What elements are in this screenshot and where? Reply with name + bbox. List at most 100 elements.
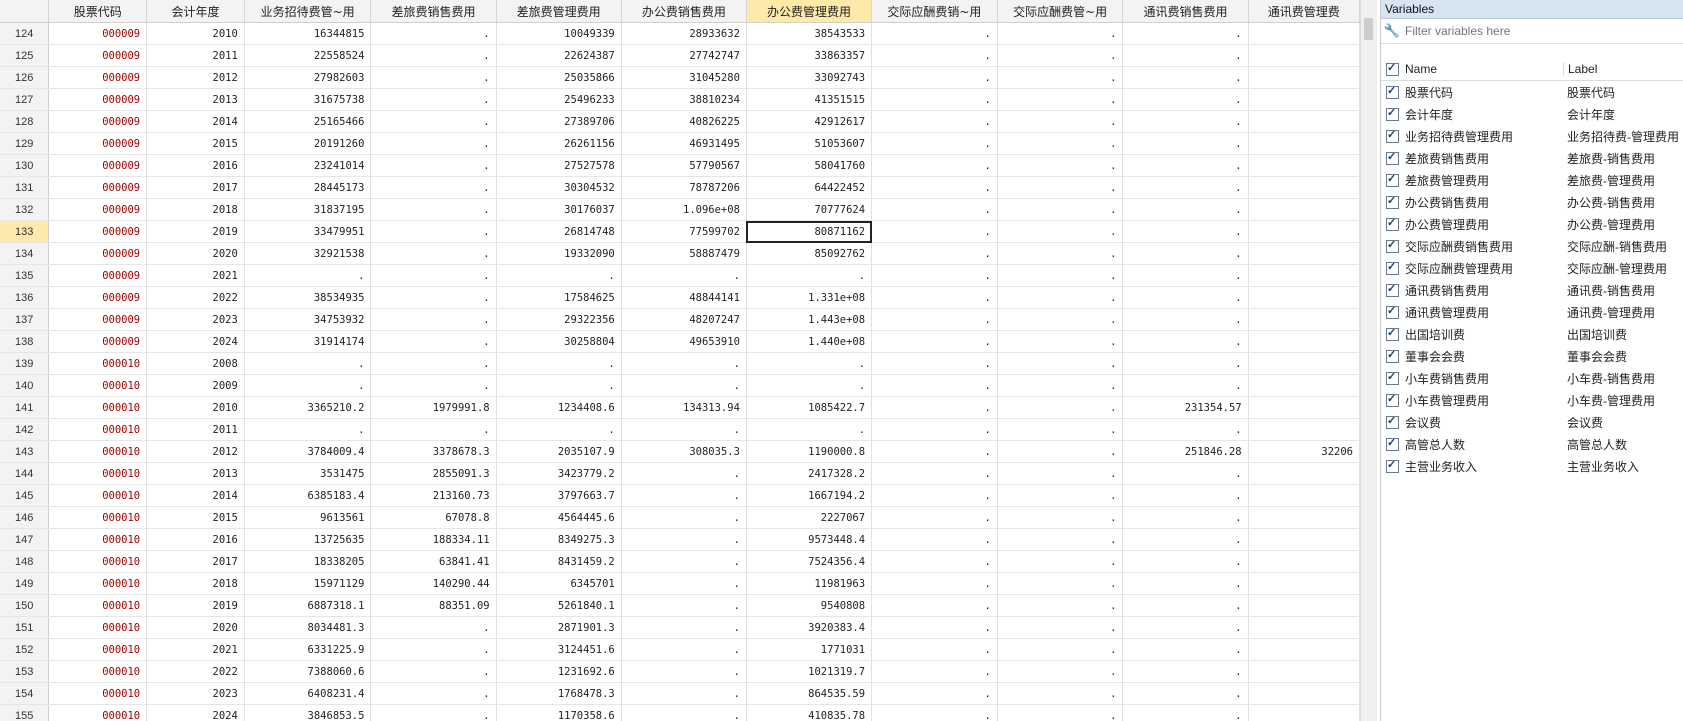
table-cell[interactable]: 30258804 xyxy=(496,330,622,353)
table-cell[interactable]: 48844141 xyxy=(621,286,747,309)
table-cell[interactable]: . xyxy=(871,154,998,177)
table-cell[interactable]: 3423779.2 xyxy=(496,462,622,485)
table-cell[interactable]: 2012 xyxy=(146,440,245,463)
table-cell[interactable]: 26814748 xyxy=(496,220,622,243)
table-cell[interactable]: . xyxy=(997,462,1124,485)
table-cell[interactable] xyxy=(1248,330,1360,353)
table-row[interactable]: 131 000009 2017 28445173. 30304532 78787206 64… xyxy=(0,176,1360,199)
table-cell[interactable]: 2012 xyxy=(146,66,245,89)
table-cell[interactable]: 42912617 xyxy=(746,110,873,133)
table-row[interactable]: 128 000009 2014 25165466. 27389706 40826225 42… xyxy=(0,110,1360,133)
table-cell[interactable]: 16344815 xyxy=(244,22,372,45)
table-cell[interactable]: . xyxy=(997,660,1124,683)
variable-list-item[interactable]: 会议费 会议费 xyxy=(1381,411,1683,433)
row-number[interactable]: 155 xyxy=(0,704,50,721)
column-header[interactable]: 交际应酬费管~用 xyxy=(997,0,1124,23)
table-cell[interactable]: . xyxy=(1122,176,1249,199)
table-row[interactable]: 140 000010 2009........ xyxy=(0,374,1360,397)
table-cell[interactable]: . xyxy=(370,704,497,721)
table-cell[interactable]: . xyxy=(746,352,873,375)
table-cell[interactable]: 46931495 xyxy=(621,132,747,155)
table-cell[interactable]: . xyxy=(1122,154,1249,177)
table-cell[interactable] xyxy=(1248,484,1360,507)
checkbox-checked-icon[interactable] xyxy=(1386,238,1399,253)
row-number[interactable]: 136 xyxy=(0,286,50,309)
table-cell[interactable]: 2022 xyxy=(146,660,245,683)
table-cell[interactable]: . xyxy=(997,198,1124,221)
table-cell[interactable]: 000010 xyxy=(48,682,148,705)
variable-list-item[interactable]: 通讯费销售费用 通讯费-销售费用 xyxy=(1381,279,1683,301)
table-cell[interactable]: . xyxy=(621,418,747,441)
table-cell[interactable]: . xyxy=(871,440,998,463)
table-cell[interactable]: 000010 xyxy=(48,660,148,683)
table-cell[interactable]: . xyxy=(997,154,1124,177)
table-cell[interactable]: 000010 xyxy=(48,440,148,463)
table-cell[interactable]: 2008 xyxy=(146,352,245,375)
row-number[interactable]: 127 xyxy=(0,88,50,111)
row-number[interactable]: 151 xyxy=(0,616,50,639)
table-cell[interactable]: 2020 xyxy=(146,242,245,265)
table-cell[interactable]: 000009 xyxy=(48,66,148,89)
table-cell[interactable]: 2015 xyxy=(146,132,245,155)
table-cell[interactable]: 000009 xyxy=(48,198,148,221)
table-cell[interactable] xyxy=(1248,44,1360,67)
variable-list-item[interactable]: 业务招待费管理费用 业务招待费-管理费用 xyxy=(1381,125,1683,147)
table-cell[interactable]: 19332090 xyxy=(496,242,622,265)
table-cell[interactable]: 000010 xyxy=(48,374,148,397)
table-cell[interactable]: 3797663.7 xyxy=(496,484,622,507)
table-row[interactable]: 139 000010 2008........ xyxy=(0,352,1360,375)
table-cell[interactable]: . xyxy=(1122,550,1249,573)
table-cell[interactable]: . xyxy=(621,660,747,683)
table-cell[interactable]: . xyxy=(1122,616,1249,639)
table-cell[interactable] xyxy=(1248,286,1360,309)
table-cell[interactable]: . xyxy=(1122,572,1249,595)
table-cell[interactable]: 85092762 xyxy=(746,242,873,265)
table-cell[interactable]: . xyxy=(997,440,1124,463)
table-row[interactable]: 136 000009 2022 38534935. 17584625 48844141 1.… xyxy=(0,286,1360,309)
table-cell[interactable]: 58041760 xyxy=(746,154,873,177)
table-row[interactable]: 134 000009 2020 32921538. 19332090 58887479 85… xyxy=(0,242,1360,265)
table-cell[interactable]: 000010 xyxy=(48,572,148,595)
table-cell[interactable]: 308035.3 xyxy=(621,440,747,463)
table-cell[interactable]: 29322356 xyxy=(496,308,622,331)
table-cell[interactable]: . xyxy=(1122,682,1249,705)
table-cell[interactable]: . xyxy=(370,88,497,111)
table-cell[interactable]: 2019 xyxy=(146,220,245,243)
table-row[interactable]: 133 000009 2019 33479951. 26814748 77599702 80… xyxy=(0,220,1360,243)
table-cell[interactable]: 6385183.4 xyxy=(244,484,372,507)
table-cell[interactable]: . xyxy=(871,528,998,551)
table-cell[interactable]: . xyxy=(997,88,1124,111)
table-cell[interactable]: 9573448.4 xyxy=(746,528,873,551)
column-header[interactable]: 差旅费销售费用 xyxy=(370,0,497,23)
table-cell[interactable]: 8431459.2 xyxy=(496,550,622,573)
table-cell[interactable] xyxy=(1248,154,1360,177)
table-cell[interactable]: 7388060.6 xyxy=(244,660,372,683)
table-cell[interactable]: . xyxy=(621,374,747,397)
row-number[interactable]: 132 xyxy=(0,198,50,221)
data-grid[interactable]: 股票代码 会计年度 业务招待费管~用 差旅费销售费用 差旅费管理费用 办公费销售费用 办公费… xyxy=(0,0,1360,721)
table-cell[interactable]: . xyxy=(370,44,497,67)
table-cell[interactable]: 41351515 xyxy=(746,88,873,111)
table-cell[interactable]: 3124451.6 xyxy=(496,638,622,661)
table-cell[interactable] xyxy=(1248,176,1360,199)
table-row[interactable]: 150 000010 2019 6887318.1 88351.09 5261840.1.… xyxy=(0,594,1360,617)
table-cell[interactable]: . xyxy=(370,66,497,89)
table-cell[interactable]: . xyxy=(621,550,747,573)
table-cell[interactable] xyxy=(1248,66,1360,89)
row-number[interactable]: 140 xyxy=(0,374,50,397)
table-cell[interactable] xyxy=(1248,88,1360,111)
variable-list-item[interactable]: 办公费销售费用 办公费-销售费用 xyxy=(1381,191,1683,213)
checkbox-checked-icon[interactable] xyxy=(1386,84,1399,99)
table-cell[interactable]: 2013 xyxy=(146,88,245,111)
table-row[interactable]: 147 000010 2016 13725635 188334.11 8349275.3.… xyxy=(0,528,1360,551)
table-cell[interactable]: . xyxy=(244,418,372,441)
table-cell[interactable] xyxy=(1248,396,1360,419)
table-cell[interactable]: . xyxy=(496,374,622,397)
table-cell[interactable]: 2024 xyxy=(146,704,245,721)
checkbox-checked-icon[interactable] xyxy=(1386,106,1399,121)
table-row[interactable]: 153 000010 2022 7388060.6. 1231692.6. 1021319… xyxy=(0,660,1360,683)
table-cell[interactable]: . xyxy=(871,330,998,353)
table-cell[interactable]: . xyxy=(621,682,747,705)
table-cell[interactable]: 49653910 xyxy=(621,330,747,353)
variable-list-item[interactable]: 办公费管理费用 办公费-管理费用 xyxy=(1381,213,1683,235)
